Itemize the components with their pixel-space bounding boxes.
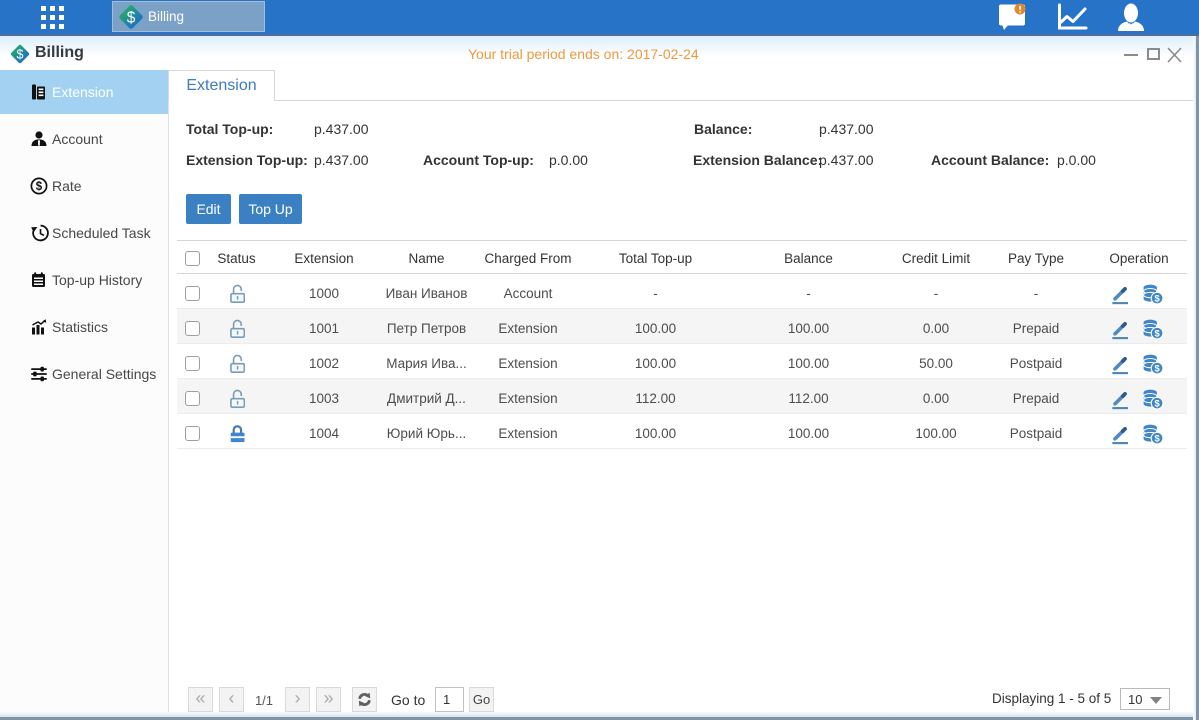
svg-text:$: $ [127,10,136,27]
svg-text:$: $ [17,48,24,62]
svg-text:$: $ [36,181,43,193]
